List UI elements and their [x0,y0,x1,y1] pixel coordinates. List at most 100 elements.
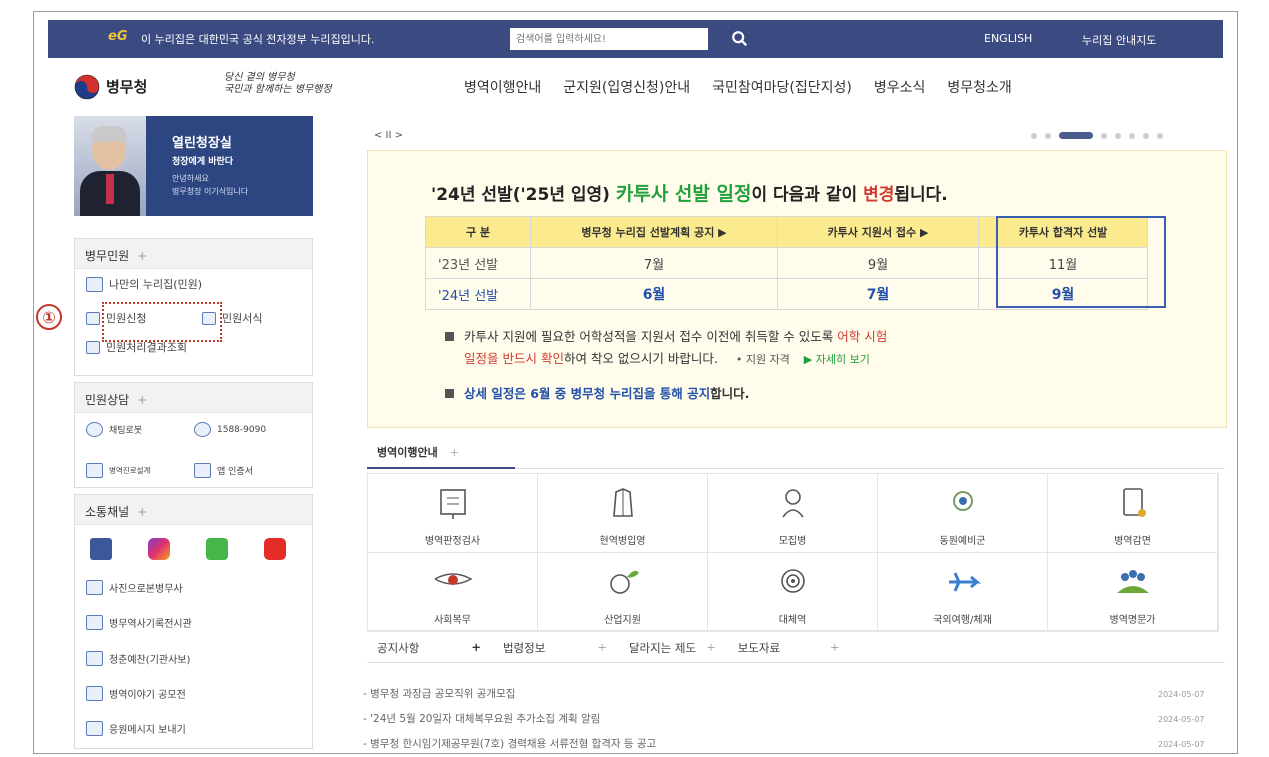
instagram-icon[interactable] [148,538,170,560]
banner-title: '24년 선발('25년 입영) 카투사 선발 일정이 다음과 같이 변경됩니다… [431,179,948,206]
certificate-icon [194,463,211,478]
newsletter-icon [86,651,103,666]
phone-link[interactable]: 1588-9090 [194,422,266,437]
target-icon [780,569,805,593]
section-title: 민원상담 [85,393,130,407]
channel-link[interactable]: 병역이야기 공모전 [86,686,186,701]
table-header: 카투사 지원서 접수 ▶ [777,216,979,248]
service-social[interactable]: 사회복무 [368,553,538,632]
plus-icon[interactable]: + [137,505,147,519]
channel-link[interactable]: 사진으로본병무사 [86,580,183,595]
link-label: 앱 인증서 [217,467,253,477]
nav-about[interactable]: 병무청소개 [947,77,1011,97]
facebook-icon[interactable] [90,538,112,560]
nav-news[interactable]: 병우소식 [874,77,926,97]
list-item[interactable]: - 병무청 한시임기제공무원(7호) 경력채용 서류전형 합격자 등 공고 [363,736,656,751]
service-recruit[interactable]: 모집병 [708,474,878,553]
search-icon[interactable] [731,30,749,48]
service-label: 현역병입영 [599,536,646,547]
carousel-dot[interactable] [1101,132,1107,139]
service-overseas[interactable]: 국외여행/체재 [878,553,1048,632]
english-link[interactable]: ENGLISH [984,32,1032,45]
phone-icon [194,422,211,437]
carousel-dot[interactable] [1115,132,1121,139]
highlight-box [102,302,222,342]
sitemap-link[interactable]: 누리집 안내지도 [1082,32,1156,48]
notice-title: 병무청 과장급 공모직위 공개모집 [370,688,516,700]
carousel-dot[interactable] [1129,132,1135,139]
link-label: 응원메시지 보내기 [109,725,186,736]
document-icon [1122,488,1146,517]
my-page-link[interactable]: 나만의 누리집(민원) [86,276,202,292]
service-label: 병역감면 [1114,536,1151,547]
plus-icon[interactable]: + [450,446,459,459]
plus-icon[interactable]: + [137,393,147,407]
app-cert-link[interactable]: 앱 인증서 [194,463,253,478]
nav-participation[interactable]: 국민참여마당(집단지성) [712,77,852,97]
recruit-icon [781,489,804,518]
civil-service-header[interactable]: 병무민원 + [75,239,312,269]
more-link[interactable]: ▶ 자세히 보기 [804,353,870,366]
channel-header[interactable]: 소통채널 + [75,495,312,525]
table-cell: 9월 [777,247,979,279]
table-cell: 7월 [530,247,778,279]
list-item[interactable]: - '24년 5월 20일자 대체복무요원 추가소집 계획 알림 [363,711,600,726]
tab-military-service[interactable]: 병역이행안내 + [377,444,459,460]
channel-link[interactable]: 청춘예찬(기관사보) [86,651,190,666]
carousel-dot[interactable] [1059,132,1093,139]
mail-icon [86,721,103,736]
link-label: 사진으로본병무사 [109,584,183,595]
service-active-duty[interactable]: 현역병입영 [538,474,708,553]
tab-notice[interactable]: 공지사항 [377,640,419,656]
table-header: 카투사 합격자 선발 [978,216,1148,248]
section-title: 병무민원 [85,249,130,263]
link-label: 청춘예찬(기관사보) [109,655,191,666]
youtube-icon[interactable] [264,538,286,560]
service-exam[interactable]: 병역판정검사 [368,474,538,553]
consult-header[interactable]: 민원상담 + [75,383,312,413]
search-input[interactable] [510,28,708,50]
service-reserve[interactable]: 동원예비군 [878,474,1048,553]
plus-icon[interactable]: + [137,249,147,263]
channel-link[interactable]: 응원메시지 보내기 [86,721,186,736]
airplane-icon [948,572,981,592]
table-header: 구 분 [425,216,531,248]
career-design-link[interactable]: 병역진로설계 [86,463,150,478]
commissioner-banner[interactable]: 열린청장실 청장에게 바란다 안녕하세요 병무청장 이기식입니다 [74,116,313,216]
service-honor-family[interactable]: 병역명문가 [1048,553,1218,632]
service-label: 모집병 [778,536,807,547]
table-cell: 6월 [530,278,778,310]
table-cell: '23년 선발 [425,247,531,279]
taegeuk-logo-icon[interactable] [74,74,100,100]
link-label: 나만의 누리집(민원) [109,278,203,291]
carousel-dot[interactable] [1157,132,1163,139]
carousel-controls[interactable]: < II > [374,130,403,141]
gear-leaf-icon [609,570,639,594]
notice-tabs: 공지사항 + 법령정보 + 달라지는 제도 + 보도자료 + [377,640,840,656]
note-qualification: • 지원 자격 [735,353,790,366]
service-industry[interactable]: 산업지원 [538,553,708,632]
carousel-dot[interactable] [1031,132,1037,139]
list-item[interactable]: - 병무청 과장급 공모직위 공개모집 [363,686,515,701]
blog-icon[interactable] [206,538,228,560]
service-alternative[interactable]: 대체역 [708,553,878,632]
nav-military-service[interactable]: 병역이행안내 [464,77,541,97]
tab-law[interactable]: 법령정보 [503,640,545,656]
service-reduction[interactable]: 병역감면 [1048,474,1218,553]
commissioner-subtitle: 청장에게 바란다 [172,157,234,167]
note-text: 합니다. [710,386,750,401]
section-title: 소통채널 [85,505,130,519]
service-label: 산업지원 [604,615,641,626]
nav-enlistment[interactable]: 군지원(입영신청)안내 [563,77,690,97]
tab-press[interactable]: 보도자료 [738,640,780,656]
page-frame: eG 이 누리집은 대한민국 공식 전자정부 누리집입니다. ENGLISH 누… [33,11,1238,754]
channel-link[interactable]: 병무역사기록전시관 [86,615,192,630]
tab-changes[interactable]: 달라지는 제도 [629,640,696,656]
uniform-icon [612,488,633,517]
carousel-dot[interactable] [1143,132,1149,139]
title-part: 이 다음과 같이 [751,185,864,205]
site-logo-text[interactable]: 병무청 [106,76,147,97]
chatbot-link[interactable]: 채팅로봇 [86,422,142,437]
service-grid: 병역판정검사 현역병입영 모집병 동원예비군 병역감면 사회복무 산업지원 대체… [367,473,1219,632]
carousel-dot[interactable] [1045,132,1051,139]
